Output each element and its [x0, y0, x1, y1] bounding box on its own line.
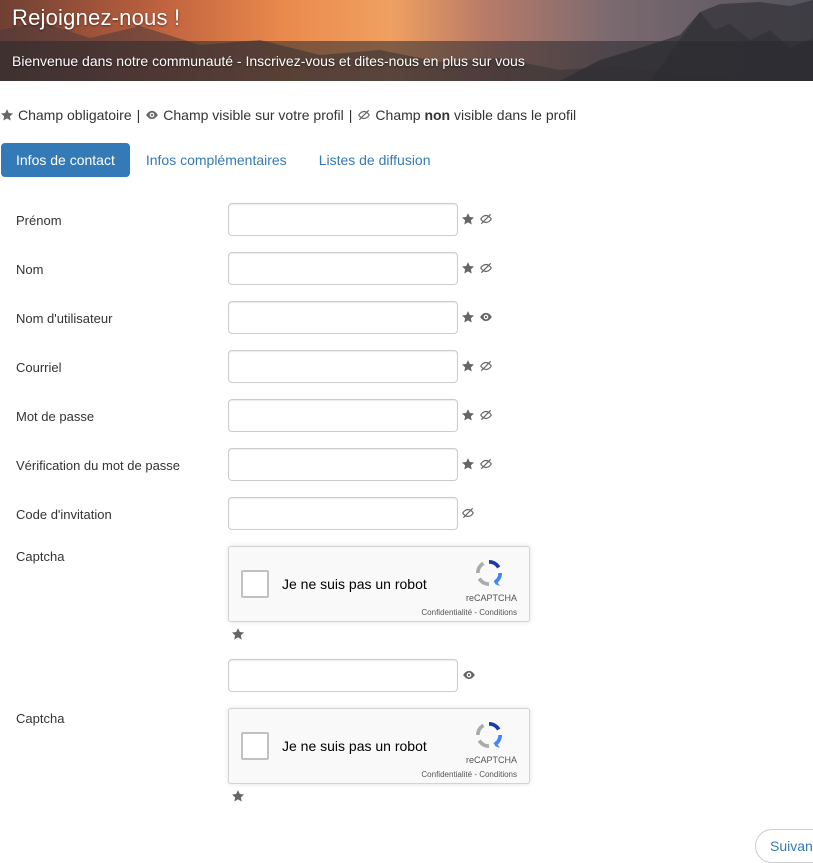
recaptcha-widget: Je ne suis pas un robot reCAPTCHA Confid…	[228, 546, 530, 622]
legend-not-visible-suffix: visible dans le profil	[454, 107, 577, 123]
legend-not-visible-prefix: Champ	[375, 107, 421, 123]
username-label: Nom d'utilisateur	[16, 311, 113, 326]
eye-slash-icon	[462, 507, 474, 519]
header-banner: Rejoignez-nous ! Bienvenue dans notre co…	[0, 0, 813, 81]
eye-slash-icon	[480, 409, 492, 421]
field-legend: Champ obligatoire | Champ visible sur vo…	[0, 107, 576, 123]
recaptcha-brand: reCAPTCHA	[465, 593, 517, 603]
recaptcha-checkbox-label: Je ne suis pas un robot	[282, 738, 427, 754]
next-button[interactable]: Suivant	[755, 829, 813, 863]
page-subtitle: Bienvenue dans notre communauté - Inscri…	[12, 53, 525, 69]
eye-icon	[463, 670, 475, 680]
page-title: Rejoignez-nous !	[12, 5, 181, 30]
password-confirm-label: Vérification du mot de passe	[16, 458, 181, 473]
star-icon	[461, 262, 475, 274]
password-confirm-input[interactable]	[228, 448, 458, 481]
star-icon	[461, 311, 475, 323]
recaptcha-privacy-terms-links[interactable]: Confidentialité - Conditions	[421, 770, 517, 779]
eye-slash-icon	[358, 109, 371, 121]
star-icon	[231, 790, 245, 802]
legend-visible-text: Champ visible sur votre profil	[163, 107, 344, 123]
legend-separator: |	[136, 107, 141, 123]
tab-mailing-lists[interactable]: Listes de diffusion	[303, 143, 447, 177]
eye-icon	[146, 110, 159, 120]
recaptcha-checkbox[interactable]	[241, 570, 269, 598]
password-label: Mot de passe	[16, 409, 95, 424]
star-icon	[461, 409, 475, 421]
star-icon	[461, 213, 475, 225]
eye-slash-icon	[480, 262, 492, 274]
star-icon	[0, 109, 14, 121]
eye-slash-icon	[480, 458, 492, 470]
invitation-code-label: Code d'invitation	[16, 507, 112, 522]
recaptcha-checkbox-label: Je ne suis pas un robot	[282, 576, 427, 592]
last-name-input[interactable]	[228, 252, 458, 285]
legend-separator: |	[348, 107, 353, 123]
recaptcha-brand: reCAPTCHA	[465, 755, 517, 765]
recaptcha-widget: Je ne suis pas un robot reCAPTCHA Confid…	[228, 708, 530, 784]
star-icon	[461, 360, 475, 372]
tab-contact-info[interactable]: Infos de contact	[1, 143, 130, 177]
username-input[interactable]	[228, 301, 458, 334]
recaptcha-logo-icon	[475, 559, 503, 587]
email-input[interactable]	[228, 350, 458, 383]
captcha-label: Captcha	[16, 549, 65, 564]
tab-additional-info[interactable]: Infos complémentaires	[130, 143, 303, 177]
recaptcha-logo-icon	[475, 721, 503, 749]
eye-slash-icon	[480, 213, 492, 225]
captcha-label: Captcha	[16, 711, 65, 726]
eye-slash-icon	[480, 360, 492, 372]
legend-not-visible-bold: non	[424, 107, 451, 123]
email-label: Courriel	[16, 360, 62, 375]
first-name-input[interactable]	[228, 203, 458, 236]
star-icon	[231, 628, 245, 640]
extra-input[interactable]	[228, 659, 458, 692]
invitation-code-input[interactable]	[228, 497, 458, 530]
legend-required-text: Champ obligatoire	[18, 107, 132, 123]
star-icon	[461, 458, 475, 470]
first-name-label: Prénom	[16, 213, 62, 228]
form-tabs: Infos de contact Infos complémentaires L…	[1, 143, 447, 177]
eye-icon	[480, 312, 492, 322]
last-name-label: Nom	[16, 262, 44, 277]
recaptcha-checkbox[interactable]	[241, 732, 269, 760]
recaptcha-privacy-terms-links[interactable]: Confidentialité - Conditions	[421, 608, 517, 617]
password-input[interactable]	[228, 399, 458, 432]
